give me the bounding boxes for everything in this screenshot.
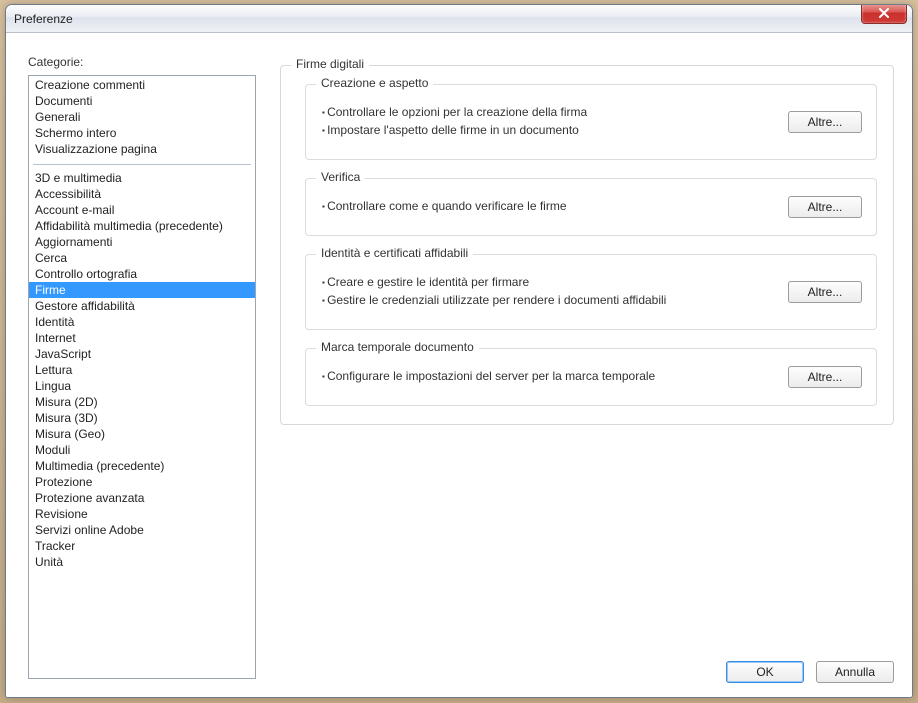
category-item[interactable]: Creazione commenti (29, 77, 255, 93)
category-separator (33, 164, 251, 165)
bullet-item: Gestire le credenziali utilizzate per re… (322, 291, 862, 309)
bullet-item: Impostare l'aspetto delle firme in un do… (322, 121, 862, 139)
category-item[interactable]: Cerca (29, 250, 255, 266)
cancel-button[interactable]: Annulla (816, 661, 894, 683)
category-item[interactable]: Revisione (29, 506, 255, 522)
category-item[interactable]: Identità (29, 314, 255, 330)
category-item[interactable]: Visualizzazione pagina (29, 141, 255, 157)
section-title: Identità e certificati affidabili (316, 246, 473, 260)
settings-section: VerificaControllare come e quando verifi… (305, 178, 877, 236)
category-item[interactable]: Lingua (29, 378, 255, 394)
settings-section: Creazione e aspettoControllare le opzion… (305, 84, 877, 160)
category-item[interactable]: Servizi online Adobe (29, 522, 255, 538)
more-button[interactable]: Altre... (788, 281, 862, 303)
category-item[interactable]: Affidabilità multimedia (precedente) (29, 218, 255, 234)
digital-signatures-group: Firme digitali Creazione e aspettoContro… (280, 65, 894, 425)
bullet-item: Controllare le opzioni per la creazione … (322, 103, 862, 121)
category-item[interactable]: Accessibilità (29, 186, 255, 202)
category-item[interactable]: Unità (29, 554, 255, 570)
category-item[interactable]: Aggiornamenti (29, 234, 255, 250)
category-item[interactable]: Account e-mail (29, 202, 255, 218)
category-item[interactable]: Misura (3D) (29, 410, 255, 426)
category-item[interactable]: Internet (29, 330, 255, 346)
category-item[interactable]: Controllo ortografia (29, 266, 255, 282)
bullet-item: Configurare le impostazioni del server p… (322, 367, 862, 385)
category-item[interactable]: Generali (29, 109, 255, 125)
settings-section: Identità e certificati affidabiliCreare … (305, 254, 877, 330)
category-item[interactable]: Misura (Geo) (29, 426, 255, 442)
category-item[interactable]: Moduli (29, 442, 255, 458)
section-title: Marca temporale documento (316, 340, 479, 354)
category-item[interactable]: Multimedia (precedente) (29, 458, 255, 474)
settings-panel: Firme digitali Creazione e aspettoContro… (280, 65, 894, 447)
category-item[interactable]: Firme (29, 282, 255, 298)
dialog-footer: OK Annulla (726, 661, 894, 683)
category-item[interactable]: Misura (2D) (29, 394, 255, 410)
section-title: Creazione e aspetto (316, 76, 433, 90)
section-bullets: Controllare come e quando verificare le … (322, 197, 862, 215)
section-title: Verifica (316, 170, 365, 184)
category-item[interactable]: Gestore affidabilità (29, 298, 255, 314)
section-bullets: Configurare le impostazioni del server p… (322, 367, 862, 385)
section-bullets: Creare e gestire le identità per firmare… (322, 273, 862, 309)
close-icon (878, 7, 890, 21)
settings-section: Marca temporale documentoConfigurare le … (305, 348, 877, 406)
category-item[interactable]: Lettura (29, 362, 255, 378)
window-title: Preferenze (14, 12, 73, 26)
group-title: Firme digitali (291, 57, 369, 71)
category-item[interactable]: Protezione avanzata (29, 490, 255, 506)
category-item[interactable]: Tracker (29, 538, 255, 554)
preferences-dialog: Preferenze Categorie: Creazione commenti… (5, 4, 913, 698)
categories-list[interactable]: Creazione commentiDocumentiGeneraliScher… (28, 75, 256, 679)
more-button[interactable]: Altre... (788, 196, 862, 218)
bullet-item: Controllare come e quando verificare le … (322, 197, 862, 215)
title-bar: Preferenze (6, 5, 912, 33)
category-item[interactable]: 3D e multimedia (29, 170, 255, 186)
categories-label: Categorie: (28, 55, 83, 69)
category-item[interactable]: JavaScript (29, 346, 255, 362)
category-item[interactable]: Protezione (29, 474, 255, 490)
bullet-item: Creare e gestire le identità per firmare (322, 273, 862, 291)
close-button[interactable] (861, 4, 907, 24)
dialog-body: Categorie: Creazione commentiDocumentiGe… (6, 33, 912, 697)
category-item[interactable]: Documenti (29, 93, 255, 109)
ok-button[interactable]: OK (726, 661, 804, 683)
more-button[interactable]: Altre... (788, 111, 862, 133)
section-bullets: Controllare le opzioni per la creazione … (322, 103, 862, 139)
category-item[interactable]: Schermo intero (29, 125, 255, 141)
more-button[interactable]: Altre... (788, 366, 862, 388)
